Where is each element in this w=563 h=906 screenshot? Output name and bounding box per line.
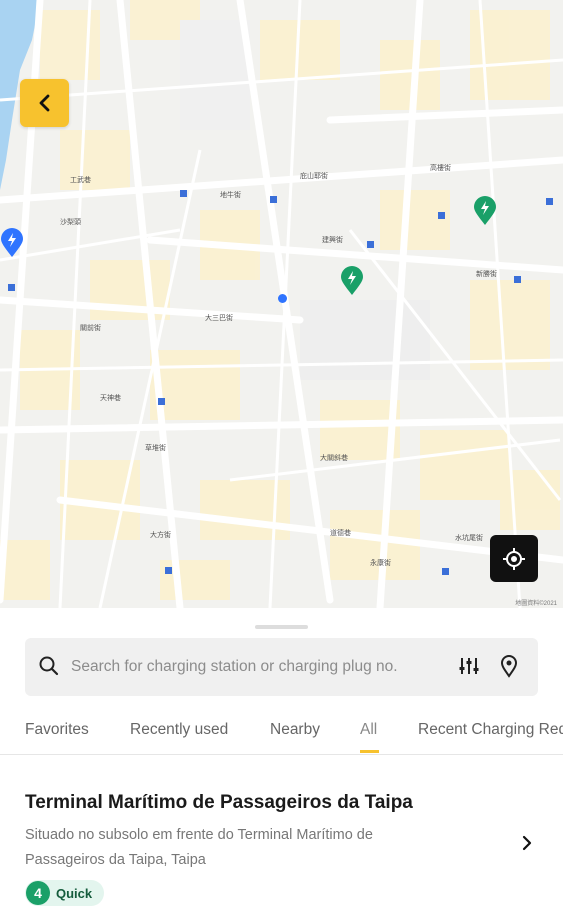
street-label: 高樓街 (430, 163, 451, 172)
street-label: 天神巷 (100, 393, 121, 402)
charger-type-label: Quick (56, 885, 93, 901)
street-label: 關前街 (80, 323, 101, 332)
chevron-left-icon (39, 94, 49, 112)
street-label: 地牛街 (220, 190, 241, 199)
tab-bar: Favorites Recently used Nearby All Recen… (0, 716, 563, 755)
tab-recent-charging-records[interactable]: Recent Charging Red (418, 721, 563, 739)
tab-nearby[interactable]: Nearby (270, 721, 320, 739)
street-label: 道德巷 (330, 528, 351, 537)
station-name: Terminal Marítimo de Passageiros da Taip… (25, 792, 413, 813)
search-bar[interactable] (25, 638, 538, 696)
active-tab-indicator (360, 750, 379, 753)
back-button[interactable] (20, 79, 69, 127)
street-label: 永康街 (370, 558, 391, 567)
tab-all[interactable]: All (360, 721, 377, 739)
charger-pin-icon[interactable] (473, 196, 497, 226)
charger-type-badge: 4 Quick (25, 880, 105, 906)
street-label: 大關斜巷 (320, 453, 348, 462)
street-label: 草堆街 (145, 443, 166, 452)
bottom-sheet: Favorites Recently used Nearby All Recen… (0, 608, 563, 906)
street-label: 大方街 (150, 530, 171, 539)
chevron-right-icon[interactable] (520, 835, 534, 851)
search-input[interactable] (71, 654, 431, 680)
street-label: 大三巴街 (205, 313, 233, 322)
tab-favorites[interactable]: Favorites (25, 721, 89, 739)
location-pin-icon[interactable] (499, 654, 519, 678)
tab-recently-used[interactable]: Recently used (130, 721, 228, 739)
charger-count: 4 (26, 881, 50, 905)
street-label: 工武巷 (70, 175, 91, 184)
charger-pin-icon[interactable] (340, 266, 364, 296)
station-address: Situado no subsolo em frente do Terminal… (25, 827, 373, 868)
attribution-text: 地圖資料©2021 (515, 601, 557, 607)
charger-pin-icon[interactable] (0, 228, 24, 258)
search-icon (39, 656, 59, 676)
map-view[interactable]: 地牛街 工武巷 沙梨頭 新勝街 建興街 大三巴街 庇山耶街 關前街 草堆街 大關… (0, 0, 563, 608)
street-label: 建興街 (322, 235, 343, 244)
station-list-item[interactable]: Terminal Marítimo de Passageiros da Taip… (0, 768, 563, 906)
map-base: 地牛街 工武巷 沙梨頭 新勝街 建興街 大三巴街 庇山耶街 關前街 草堆街 大關… (0, 0, 563, 608)
user-location-dot (278, 294, 287, 303)
street-label: 沙梨頭 (60, 217, 81, 226)
filter-icon[interactable] (458, 655, 480, 677)
street-label: 新勝街 (476, 269, 497, 278)
street-label: 水坑尾街 (455, 533, 483, 542)
street-label: 庇山耶街 (300, 171, 328, 180)
locate-me-button[interactable] (490, 535, 538, 582)
drag-handle[interactable] (255, 625, 308, 629)
crosshair-icon (503, 547, 525, 570)
map-attribution: 地圖資料©2021 (515, 598, 557, 607)
